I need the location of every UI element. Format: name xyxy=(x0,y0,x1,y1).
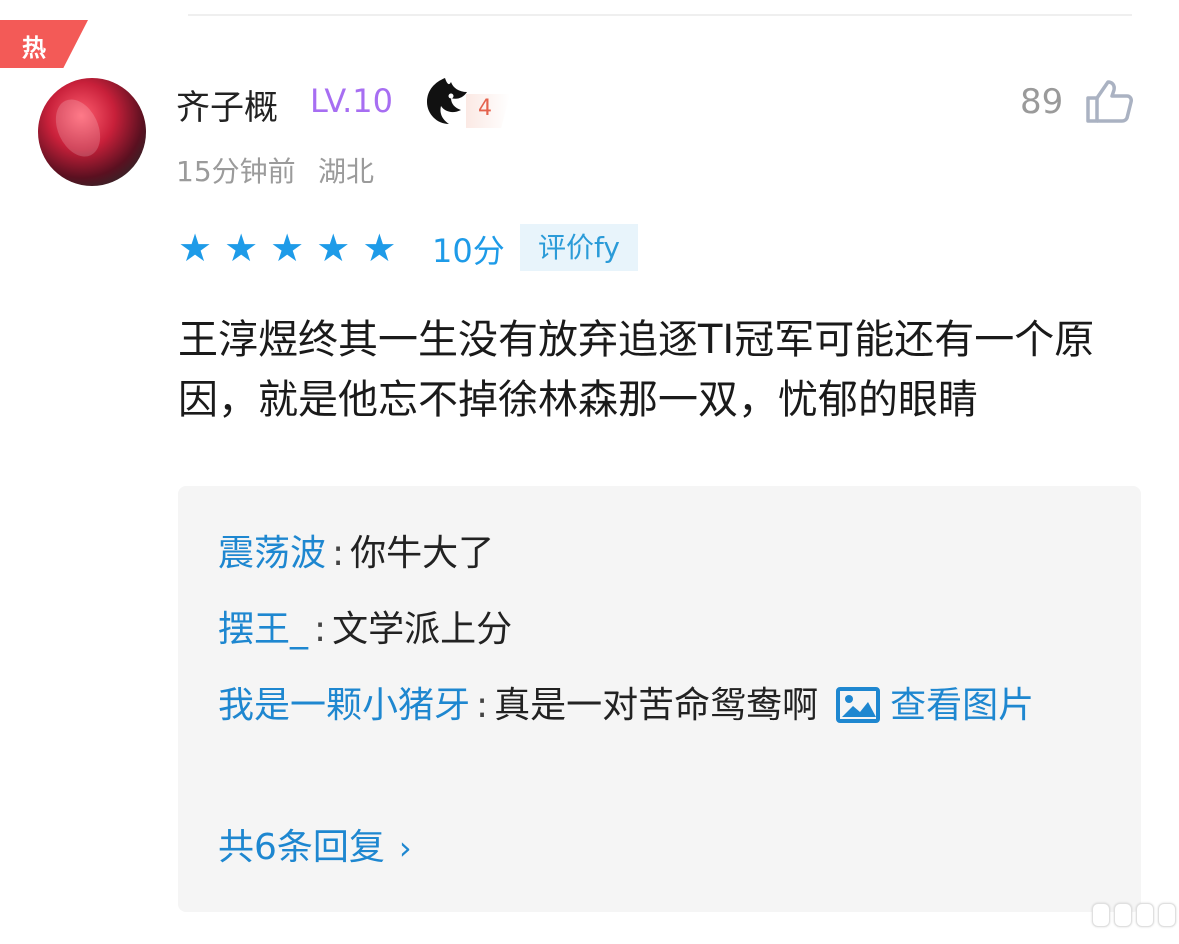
hot-badge-label: 热 xyxy=(22,34,46,62)
dragon-emblem-icon xyxy=(427,78,467,124)
top-divider xyxy=(188,14,1132,16)
star-icon: ★ xyxy=(270,226,305,270)
star-icon: ★ xyxy=(316,226,351,270)
rating-stars: ★ ★ ★ ★ ★ xyxy=(178,228,396,268)
reply-item[interactable]: 摆王_: 文学派上分 xyxy=(218,598,1118,662)
comment-time: 15分钟前 xyxy=(176,155,296,188)
reply-author[interactable]: 我是一颗小猪牙 xyxy=(218,685,470,726)
chevron-right-icon: › xyxy=(398,829,412,867)
watermark xyxy=(1092,903,1176,929)
guild-number: 4 xyxy=(478,96,492,121)
star-icon: ★ xyxy=(178,226,213,270)
like-count: 89 xyxy=(1020,82,1064,122)
comment-text: 王淳煜终其一生没有放弃追逐TI冠军可能还有一个原因，就是他忘不掉徐林森那一双，忧… xyxy=(178,317,1095,423)
hot-badge: 热 xyxy=(0,20,88,68)
image-icon[interactable] xyxy=(836,687,881,723)
reply-text: 文学派上分 xyxy=(332,609,513,650)
thumbs-up-icon[interactable] xyxy=(1084,78,1134,124)
reply-author[interactable]: 震荡波 xyxy=(218,533,326,574)
more-replies-link[interactable]: 共6条回复 › xyxy=(218,816,412,880)
review-tag[interactable]: 评价fy xyxy=(520,224,638,271)
reply-text: 你牛大了 xyxy=(350,533,495,574)
star-icon: ★ xyxy=(362,226,397,270)
level-badge: LV.10 xyxy=(310,82,393,120)
star-icon: ★ xyxy=(224,226,259,270)
rating-score: 10分 xyxy=(432,232,505,270)
view-image-link[interactable]: 查看图片 xyxy=(890,685,1034,726)
reply-item[interactable]: 我是一颗小猪牙: 真是一对苦命鸳鸯啊 查看图片 xyxy=(218,674,1118,738)
comment-location: 湖北 xyxy=(318,155,375,188)
avatar[interactable] xyxy=(38,78,146,186)
reply-text: 真是一对苦命鸳鸯啊 xyxy=(494,685,819,726)
reply-preview-box[interactable]: 震荡波: 你牛大了 摆王_: 文学派上分 我是一颗小猪牙: 真是一对苦命鸳鸯啊 查看图… xyxy=(178,486,1141,912)
reply-author[interactable]: 摆王_ xyxy=(218,609,308,650)
author-name[interactable]: 齐子概 xyxy=(176,80,278,129)
reply-item[interactable]: 震荡波: 你牛大了 xyxy=(218,522,1118,586)
